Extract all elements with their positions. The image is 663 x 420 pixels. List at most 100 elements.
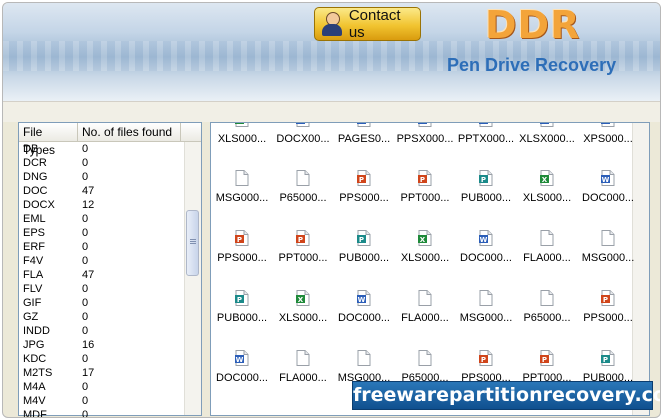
file-item[interactable]: W DOC000... xyxy=(212,350,272,384)
file-item[interactable]: P PPT000... xyxy=(273,230,333,264)
contact-us-button[interactable]: Contact us xyxy=(314,7,421,41)
table-row[interactable]: M4V 0 xyxy=(19,394,184,408)
powerpoint-file-icon: P xyxy=(479,350,493,366)
svg-text:W: W xyxy=(480,122,488,125)
file-name: PPS000... xyxy=(339,192,389,204)
file-item[interactable]: W DOC000... xyxy=(456,230,516,264)
file-item[interactable]: P PUB000... xyxy=(578,350,638,384)
file-item[interactable]: P65000... xyxy=(517,290,577,324)
svg-text:P: P xyxy=(359,176,364,184)
file-item[interactable]: W XPS000... xyxy=(578,122,638,145)
file-item[interactable]: X XLS000... xyxy=(273,290,333,324)
blank-file-icon xyxy=(540,290,554,306)
excel-file-icon: X xyxy=(540,170,554,186)
file-item[interactable]: P PPS000... xyxy=(456,350,516,384)
blank-file-icon xyxy=(296,170,310,186)
file-count-cell: 0 xyxy=(82,171,89,183)
file-item[interactable]: P PPT000... xyxy=(517,350,577,384)
file-item[interactable]: W PAGES0... xyxy=(334,123,394,145)
file-item[interactable]: P PUB000... xyxy=(212,290,272,324)
file-item[interactable]: W PPTX000... xyxy=(456,122,516,145)
contact-us-label: Contact us xyxy=(348,7,401,41)
file-types-table: File Types No. of files found DB 0 DCR 0 DNG… xyxy=(18,122,202,417)
file-count-cell: 0 xyxy=(82,213,89,225)
file-name: XLS000... xyxy=(522,192,572,204)
file-name: PPTX000... xyxy=(457,133,515,145)
table-row[interactable]: INDD 0 xyxy=(19,324,184,338)
file-item[interactable]: P PPS000... xyxy=(334,170,394,204)
column-header-files-found[interactable]: No. of files found xyxy=(78,123,181,141)
recovered-files-view: X XLS000... W DOCX00... W PAGES0... W PPSX000..… xyxy=(210,122,650,416)
file-type-cell: EPS xyxy=(23,227,46,239)
table-row[interactable]: ERF 0 xyxy=(19,240,184,254)
file-name: MSG000... xyxy=(459,312,513,324)
file-item[interactable]: FLA000... xyxy=(273,350,333,384)
file-count-cell: 0 xyxy=(82,143,89,155)
powerpoint-file-icon: P xyxy=(601,290,615,306)
table-row[interactable]: MDF 0 xyxy=(19,408,184,417)
file-item[interactable]: MSG000... xyxy=(578,230,638,264)
svg-text:P: P xyxy=(542,356,547,364)
file-item[interactable]: P PPT000... xyxy=(395,170,455,204)
svg-text:P: P xyxy=(298,236,303,244)
svg-text:X: X xyxy=(298,296,304,304)
file-item[interactable]: P PUB000... xyxy=(456,170,516,204)
file-item[interactable]: FLA000... xyxy=(395,290,455,324)
table-row[interactable]: FLV 0 xyxy=(19,282,184,296)
table-row[interactable]: DOC 47 xyxy=(19,184,184,198)
file-item[interactable]: P PUB000... xyxy=(334,230,394,264)
file-name: XPS000... xyxy=(583,133,633,145)
table-row[interactable]: F4V 0 xyxy=(19,254,184,268)
file-type-cell: DB xyxy=(23,143,39,155)
blank-file-icon xyxy=(296,350,310,366)
table-row[interactable]: FLA 47 xyxy=(19,268,184,282)
file-item[interactable]: X XLS000... xyxy=(212,123,272,145)
table-scrollbar[interactable] xyxy=(184,142,201,415)
file-count-cell: 0 xyxy=(82,157,89,169)
table-row[interactable]: KDC 0 xyxy=(19,352,184,366)
svg-text:W: W xyxy=(602,122,610,125)
svg-text:P: P xyxy=(420,176,425,184)
table-row[interactable]: M4A 0 xyxy=(19,380,184,394)
file-item[interactable]: MSG000... xyxy=(456,290,516,324)
file-name: XLS000... xyxy=(278,312,328,324)
table-row[interactable]: EML 0 xyxy=(19,212,184,226)
table-row[interactable]: DOCX 12 xyxy=(19,198,184,212)
file-item[interactable]: P PPS000... xyxy=(578,290,638,324)
file-count-cell: 0 xyxy=(82,395,89,407)
file-item[interactable]: W XLSX000... xyxy=(517,122,577,145)
table-row[interactable]: GIF 0 xyxy=(19,296,184,310)
file-name: PUB000... xyxy=(460,192,512,204)
column-header-file-types[interactable]: File Types xyxy=(19,123,78,157)
file-item[interactable]: X XLS000... xyxy=(395,230,455,264)
file-item[interactable]: X XLS000... xyxy=(517,170,577,204)
table-row[interactable]: M2TS 17 xyxy=(19,366,184,380)
file-item[interactable]: W DOCX00... xyxy=(273,123,333,145)
excel-file-icon: X xyxy=(235,123,249,127)
file-type-cell: EML xyxy=(23,213,46,225)
svg-text:W: W xyxy=(541,122,549,125)
file-item[interactable]: FLA000... xyxy=(517,230,577,264)
file-item[interactable]: P65000... xyxy=(273,170,333,204)
file-type-cell: M4A xyxy=(23,381,46,393)
file-type-cell: DCR xyxy=(23,157,47,169)
file-item[interactable]: W DOC000... xyxy=(578,170,638,204)
file-item[interactable]: P PPS000... xyxy=(212,230,272,264)
word-file-icon: W xyxy=(296,123,310,127)
table-row[interactable]: DNG 0 xyxy=(19,170,184,184)
file-name: DOC000... xyxy=(582,192,634,204)
file-item[interactable]: W PPSX000... xyxy=(395,123,455,145)
table-row[interactable]: JPG 16 xyxy=(19,338,184,352)
table-row[interactable]: DCR 0 xyxy=(19,156,184,170)
table-row[interactable]: DB 0 xyxy=(19,142,184,156)
table-scroll-thumb[interactable] xyxy=(186,210,199,276)
file-item[interactable]: MSG000... xyxy=(212,170,272,204)
file-item[interactable]: P65000... xyxy=(395,350,455,384)
file-type-cell: GZ xyxy=(23,311,39,323)
file-item[interactable]: MSG000... xyxy=(334,350,394,384)
table-row[interactable]: GZ 0 xyxy=(19,310,184,324)
svg-text:W: W xyxy=(236,356,244,364)
file-count-cell: 17 xyxy=(82,367,95,379)
file-item[interactable]: W DOC000... xyxy=(334,290,394,324)
table-row[interactable]: EPS 0 xyxy=(19,226,184,240)
